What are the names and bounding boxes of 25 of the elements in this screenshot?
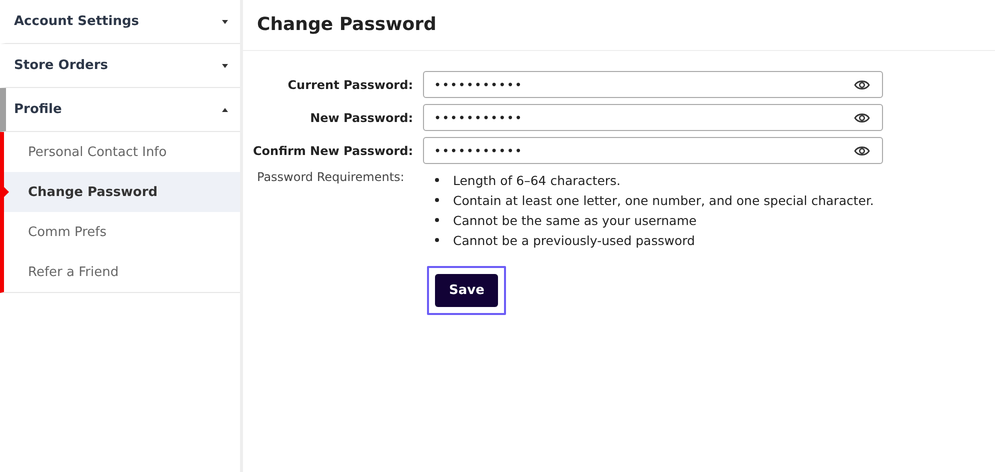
eye-icon[interactable]	[854, 112, 870, 124]
requirement-text: Cannot be the same as your username	[453, 212, 697, 228]
caret-icon	[222, 20, 228, 24]
eye-icon[interactable]	[854, 144, 870, 156]
password-field[interactable]: •••••••••••	[423, 71, 883, 98]
bullet-icon	[435, 218, 439, 222]
requirement-text: Length of 6–64 characters.	[453, 172, 621, 188]
password-field[interactable]: •••••••••••	[423, 104, 883, 131]
field-label: New Password:	[309, 110, 414, 124]
requirement-text: Contain at least one letter, one number, and one special character.	[453, 192, 874, 208]
bullet-icon	[435, 238, 439, 242]
caret-icon	[222, 108, 228, 112]
password-field[interactable]: •••••••••••	[423, 137, 883, 164]
field-label: Confirm New Password:	[252, 144, 414, 158]
requirement-text: Cannot be a previously-used password	[453, 232, 695, 248]
bullet-icon	[435, 178, 439, 182]
bullet-icon	[435, 198, 439, 202]
sidebar-item[interactable]: Change Password	[4, 172, 240, 212]
save-button[interactable]: Save	[427, 266, 506, 315]
requirements-label: Password Requirements:	[257, 170, 406, 186]
sidebar-section[interactable]: Profile	[0, 88, 240, 132]
field-label: Current Password:	[286, 78, 414, 92]
caret-icon	[222, 64, 228, 68]
eye-icon[interactable]	[854, 78, 870, 90]
page-title: Change Password	[243, 0, 995, 51]
